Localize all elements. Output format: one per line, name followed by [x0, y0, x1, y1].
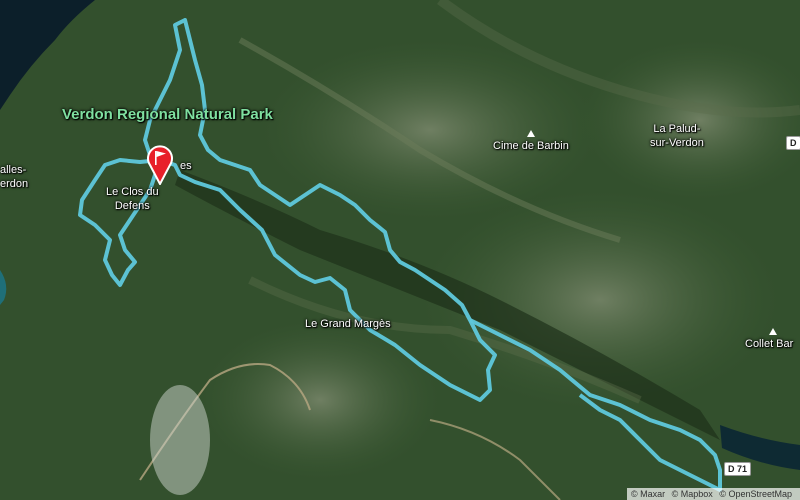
road-badge-d71: D 71	[724, 462, 752, 476]
start-flag-marker-icon[interactable]	[146, 143, 174, 190]
map-view[interactable]: Verdon Regional Natural Park alles- erdo…	[0, 0, 800, 500]
peak-collet-bar: Collet Bar	[745, 326, 800, 350]
park-label: Verdon Regional Natural Park	[62, 106, 273, 123]
map-attribution: © Maxar © Mapbox © OpenStreetMap	[627, 488, 800, 500]
attribution-maxar[interactable]: © Maxar	[631, 489, 665, 499]
place-label-la-palud: La Palud- sur-Verdon	[650, 123, 704, 149]
road-badge-d: D	[786, 136, 800, 150]
place-label-les: es	[180, 160, 192, 172]
satellite-imagery	[0, 0, 800, 500]
attribution-osm[interactable]: © OpenStreetMap	[719, 489, 792, 499]
peak-triangle-icon	[769, 328, 777, 335]
place-label-le-grand-marges: Le Grand Margès	[305, 318, 391, 330]
peak-triangle-icon	[526, 130, 535, 137]
village-label-left: alles- erdon	[0, 164, 29, 190]
peak-cime-de-barbin: Cime de Barbin	[493, 128, 569, 152]
attribution-mapbox[interactable]: © Mapbox	[672, 489, 713, 499]
